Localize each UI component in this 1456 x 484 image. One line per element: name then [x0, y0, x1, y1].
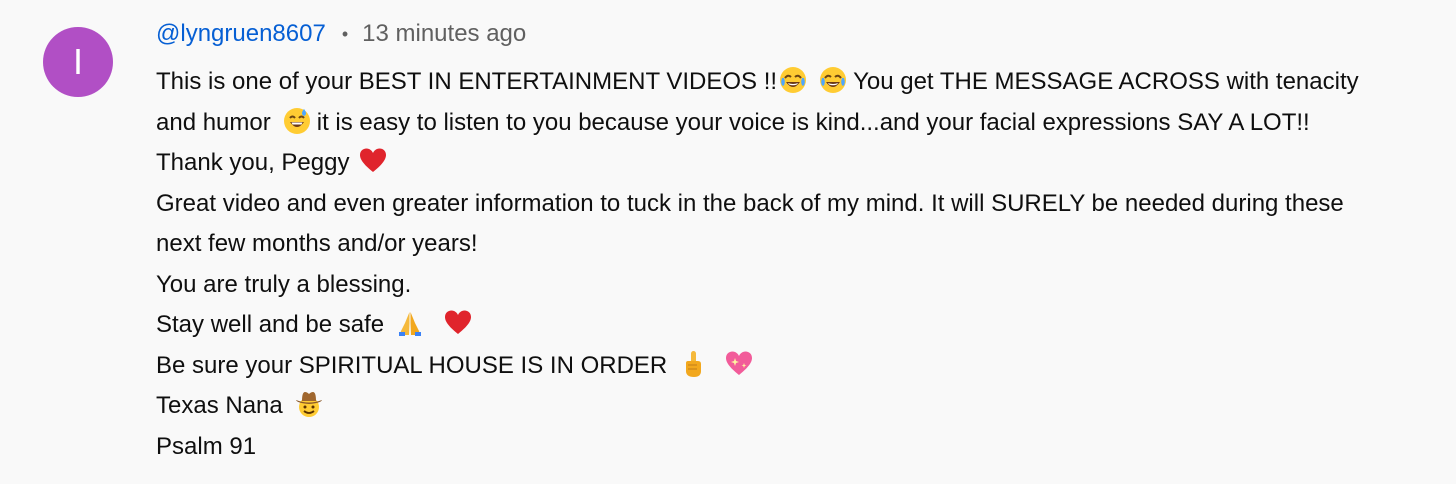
line-text: next few months and/or years!: [156, 230, 478, 257]
line-text: and humor: [156, 108, 271, 136]
comment-line: Stay well and be safe: [156, 305, 1446, 346]
cowboy-hat-face-icon: [295, 390, 323, 418]
comment-line: Texas Nana: [156, 386, 1446, 427]
comment-line: next few months and/or years!: [156, 224, 1446, 265]
author-link[interactable]: @lyngruen8607: [156, 20, 326, 48]
comment-header: @lyngruen8607 • 13 minutes ago: [156, 17, 526, 51]
line-text: You are truly a blessing.: [156, 270, 412, 298]
face-with-tears-of-joy-icon: [819, 66, 847, 94]
comment-text: This is one of your BEST IN ENTERTAINMEN…: [156, 62, 1446, 467]
folded-hands-icon: [396, 309, 424, 337]
line-text: Be sure your SPIRITUAL HOUSE IS IN ORDER: [156, 351, 668, 379]
line-text: Thank you, Peggy: [156, 149, 350, 176]
comment-line: Thank you, Peggy: [156, 143, 1446, 184]
comment-line: This is one of your BEST IN ENTERTAINMEN…: [156, 62, 1446, 103]
red-heart-icon: [359, 147, 387, 175]
line-text: This is one of your BEST IN ENTERTAINMEN…: [156, 68, 778, 95]
grinning-face-with-sweat-icon: [283, 107, 311, 135]
sparkling-heart-icon: [725, 350, 753, 378]
timestamp-link[interactable]: 13 minutes ago: [362, 20, 526, 48]
separator-dot: •: [341, 23, 349, 44]
face-with-tears-of-joy-icon: [779, 66, 807, 94]
line-text: Great video and even greater information…: [156, 189, 1344, 217]
comment-line: You are truly a blessing.: [156, 265, 1446, 306]
comment-line: and humor it is easy to listen to you be…: [156, 103, 1446, 144]
line-text: Psalm 91: [156, 432, 257, 460]
line-text: Texas Nana: [156, 392, 283, 419]
avatar[interactable]: I: [43, 27, 113, 97]
comment-line: Be sure your SPIRITUAL HOUSE IS IN ORDER: [156, 346, 1446, 387]
comment-line: Great video and even greater information…: [156, 184, 1446, 225]
line-text: it is easy to listen to you because your…: [316, 108, 1310, 136]
line-text: You get THE MESSAGE ACROSS with tenacity: [853, 68, 1359, 95]
line-text: Stay well and be safe: [156, 311, 385, 338]
red-heart-icon: [444, 309, 472, 337]
comment-line: Psalm 91: [156, 427, 1446, 468]
index-pointing-up-icon: [679, 350, 707, 378]
comment-thread: I @lyngruen8607 • 13 minutes ago This is…: [0, 0, 1456, 484]
